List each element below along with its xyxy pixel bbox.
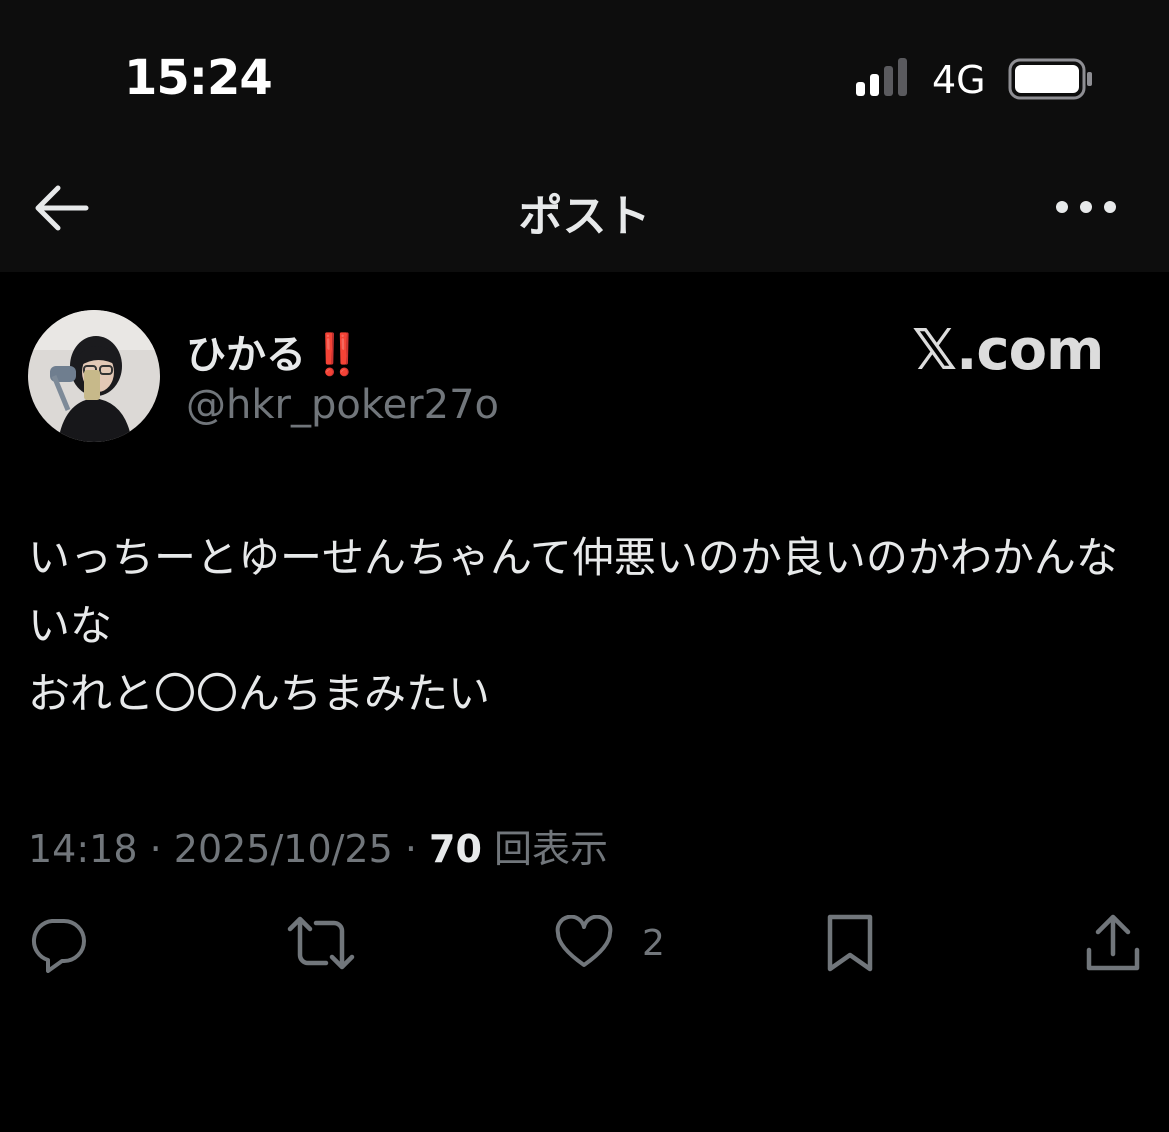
more-horizontal-icon[interactable] (1054, 192, 1118, 222)
repost-button[interactable] (286, 910, 356, 976)
x-com-watermark: 𝕏.com (912, 318, 1104, 383)
avatar[interactable] (28, 310, 160, 442)
share-button[interactable] (1084, 910, 1142, 976)
bookmark-button[interactable] (824, 910, 876, 976)
battery-icon (1008, 58, 1092, 100)
post-date: 2025/10/25 (173, 827, 393, 871)
avatar-photo (28, 310, 160, 442)
post-text: いっちーとゆーせんちゃんて仲悪いのか良いのかわかんないな おれと〇〇んちまみたい (28, 533, 1118, 718)
like-count: 2 (642, 922, 665, 964)
post-meta: 14:18 · 2025/10/25 · 70 回表示 (28, 818, 608, 873)
views-count[interactable]: 70 (429, 827, 482, 871)
share-icon (1086, 914, 1140, 971)
signal-bars-icon (856, 58, 907, 96)
reply-bubble-icon (31, 919, 86, 973)
post-time: 14:18 (28, 827, 138, 871)
user-handle[interactable]: @hkr_poker27o (186, 382, 499, 428)
display-name-text: ひかる (186, 332, 306, 378)
meta-separator: · (392, 827, 430, 871)
views-label[interactable]: 回表示 (494, 827, 608, 871)
page-title: ポスト (518, 191, 651, 242)
status-time: 15:24 (124, 50, 273, 106)
like-button[interactable]: 2 (554, 910, 665, 976)
heart-icon (555, 915, 613, 967)
display-name[interactable]: ひかる ‼️ (186, 322, 362, 380)
network-type: 4G (932, 58, 986, 102)
meta-separator: · (137, 827, 174, 871)
repost-icon (287, 916, 355, 970)
bookmark-icon (827, 914, 873, 972)
reply-button[interactable] (28, 910, 88, 976)
double-exclamation-emoji: ‼️ (312, 332, 362, 378)
